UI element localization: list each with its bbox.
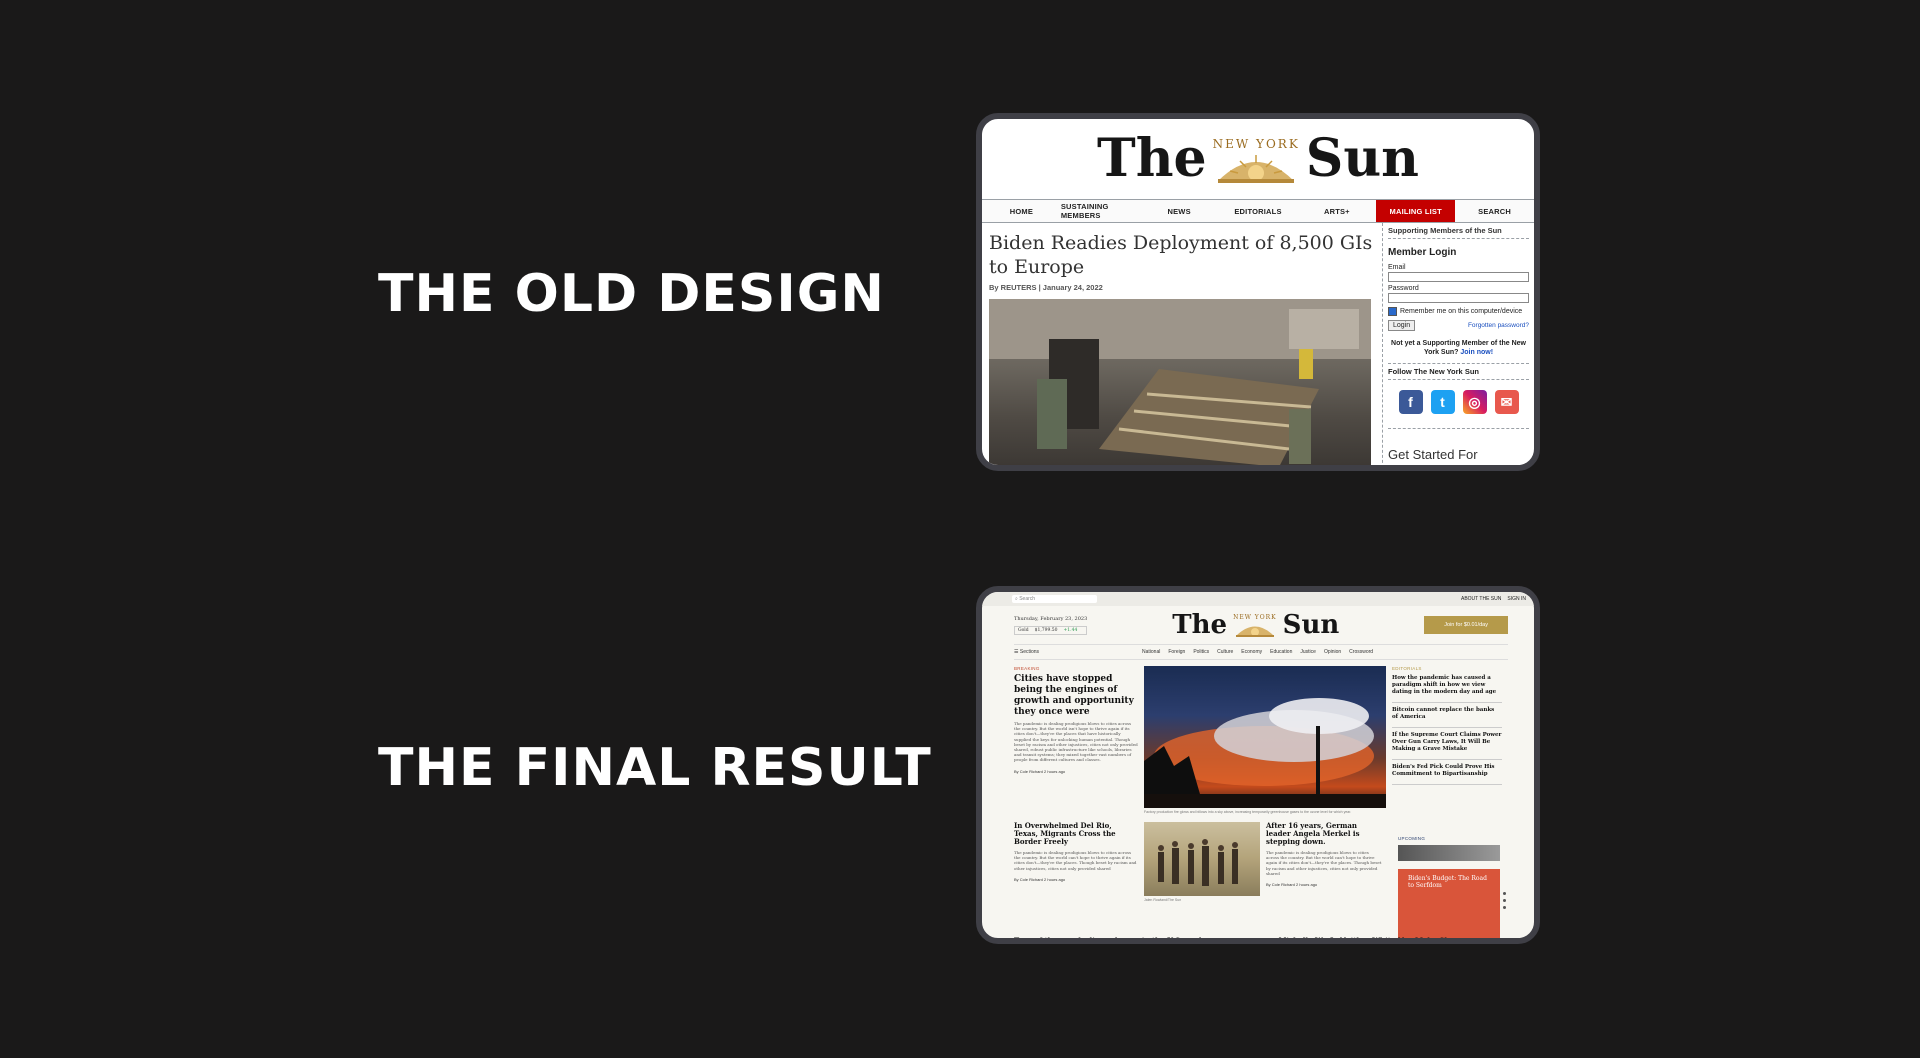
mail-icon[interactable]: ✉ xyxy=(1494,390,1519,414)
story3-headline[interactable]: After 16 years, German leader Angela Mer… xyxy=(1266,822,1382,846)
editorial-item[interactable]: How the pandemic has caused a paradigm s… xyxy=(1392,671,1502,703)
old-article: Biden Readies Deployment of 8,500 GIs to… xyxy=(982,223,1382,465)
upcoming-tag: UPCOMING xyxy=(1398,836,1426,841)
cat-crossword[interactable]: Crossword xyxy=(1349,649,1373,655)
current-date: Thursday, February 23, 2023 xyxy=(1014,615,1088,622)
old-masthead: The NEW YORK Sun xyxy=(982,119,1534,200)
hero-photo-smokestack[interactable] xyxy=(1144,666,1386,808)
final-result-heading: THE FINAL RESULT xyxy=(378,738,932,798)
sections-menu[interactable]: ☰ Sections xyxy=(1014,649,1142,655)
email-label: Email xyxy=(1388,264,1406,271)
seal-emblem: NEW YORK xyxy=(1213,137,1300,185)
editorial-item[interactable]: Bitcoin cannot replace the banks of Amer… xyxy=(1392,703,1502,728)
bottom-story-left[interactable]: Tens of thousands die each year in the U… xyxy=(1014,936,1202,938)
nav-home[interactable]: HOME xyxy=(982,200,1061,222)
sidebar-title: Supporting Members of the Sun xyxy=(1388,226,1529,239)
migrants-photo[interactable] xyxy=(1144,822,1260,896)
carousel-dots[interactable] xyxy=(1503,892,1506,909)
article-photo-forklift xyxy=(989,299,1371,465)
password-field[interactable] xyxy=(1388,293,1529,303)
login-title: Member Login xyxy=(1388,247,1457,258)
new-masthead: Thursday, February 23, 2023 Gold $1,799.… xyxy=(982,606,1534,644)
nav-news[interactable]: NEWS xyxy=(1140,200,1219,222)
nav-search[interactable]: SEARCH xyxy=(1455,200,1534,222)
cat-economy[interactable]: Economy xyxy=(1241,649,1262,655)
seal-icon xyxy=(1235,626,1274,637)
search-input[interactable]: ⌕ Search xyxy=(1012,595,1097,603)
cat-education[interactable]: Education xyxy=(1270,649,1292,655)
story-del-rio: In Overwhelmed Del Rio, Texas, Migrants … xyxy=(1014,821,1138,882)
forgot-password-link[interactable]: Forgotten password? xyxy=(1468,322,1529,329)
nav-mailing-list[interactable]: MAILING LIST xyxy=(1376,200,1456,222)
bottom-story-right[interactable]: Michelle Wu Is Neither White Nor Male. S… xyxy=(1279,936,1454,938)
final-result-screenshot: ⌕ Search ABOUT THE SUN SIGN IN Thursday,… xyxy=(976,586,1540,944)
ad-banner[interactable]: Get Started For xyxy=(1388,428,1529,462)
lead-headline[interactable]: Cities have stopped being the engines of… xyxy=(1014,674,1138,718)
breaking-tag: BREAKING xyxy=(1014,666,1040,671)
cat-justice[interactable]: Justice xyxy=(1300,649,1316,655)
nysun-logo[interactable]: The NEW YORK Sun xyxy=(1097,133,1419,185)
cat-politics[interactable]: Politics xyxy=(1193,649,1209,655)
upcoming-feature[interactable]: Biden's Budget: The Road to Serfdom xyxy=(1398,869,1500,938)
nysun-logo-new[interactable]: The NEW YORK Sun xyxy=(1172,612,1339,638)
upcoming-column: UPCOMING Biden's Budget: The Road to Ser… xyxy=(1398,836,1500,938)
remember-checkbox[interactable] xyxy=(1388,307,1397,316)
nav-editorials[interactable]: EDITORIALS xyxy=(1219,200,1298,222)
follow-title: Follow The New York Sun xyxy=(1388,363,1529,380)
utility-bar: ⌕ Search ABOUT THE SUN SIGN IN xyxy=(982,592,1534,606)
cat-culture[interactable]: Culture xyxy=(1217,649,1233,655)
lead-body: The pandemic is dealing prodigious blows… xyxy=(1014,721,1138,763)
section-nav: ☰ Sections National Foreign Politics Cul… xyxy=(1014,644,1508,660)
facebook-icon[interactable]: f xyxy=(1398,390,1423,414)
join-now-link[interactable]: Join now! xyxy=(1460,349,1493,356)
cat-national[interactable]: National xyxy=(1142,649,1160,655)
article-headline[interactable]: Biden Readies Deployment of 8,500 GIs to… xyxy=(989,231,1376,279)
nav-sustaining-members[interactable]: SUSTAINING MEMBERS xyxy=(1061,200,1140,222)
hero-caption: Factory production fire glows and billow… xyxy=(1144,810,1352,814)
lead-story: BREAKING Cities have stopped being the e… xyxy=(1014,666,1138,814)
editorial-item[interactable]: Biden's Fed Pick Could Prove His Commitm… xyxy=(1392,760,1502,785)
old-design-screenshot: The NEW YORK Sun HOME SUSTAINING MEMBERS xyxy=(976,113,1540,471)
join-button[interactable]: Join for $0.01/day xyxy=(1424,616,1508,634)
cat-foreign[interactable]: Foreign xyxy=(1168,649,1185,655)
login-button[interactable]: Login xyxy=(1388,320,1416,331)
story-merkel: After 16 years, German leader Angela Mer… xyxy=(1266,821,1382,888)
not-member-text: Not yet a Supporting Member of the New Y… xyxy=(1391,340,1526,356)
member-sidebar: Supporting Members of the Sun Member Log… xyxy=(1382,223,1534,465)
gold-ticker: Gold $1,799.50 +1.44 xyxy=(1014,625,1088,635)
email-field[interactable] xyxy=(1388,272,1529,282)
cat-opinion[interactable]: Opinion xyxy=(1324,649,1341,655)
remember-label: Remember me on this computer/device xyxy=(1400,308,1523,315)
story2-headline[interactable]: In Overwhelmed Del Rio, Texas, Migrants … xyxy=(1014,822,1138,846)
seal-icon xyxy=(1218,155,1295,183)
twitter-icon[interactable]: t xyxy=(1430,390,1455,414)
password-label: Password xyxy=(1388,285,1419,292)
about-link[interactable]: ABOUT THE SUN xyxy=(1461,596,1501,602)
editorials-column: EDITORIALS How the pandemic has caused a… xyxy=(1392,666,1502,814)
upcoming-banner[interactable] xyxy=(1398,845,1500,861)
old-nav-bar: HOME SUSTAINING MEMBERS NEWS EDITORIALS … xyxy=(982,200,1534,223)
signin-link[interactable]: SIGN IN xyxy=(1507,596,1526,602)
editorial-item[interactable]: If the Supreme Court Claims Power Over G… xyxy=(1392,728,1502,760)
lead-meta: By Cole Richard 2 hours ago xyxy=(1014,768,1066,774)
article-byline: By REUTERS | January 24, 2022 xyxy=(989,283,1103,292)
old-design-heading: THE OLD DESIGN xyxy=(378,264,885,324)
instagram-icon[interactable]: ◎ xyxy=(1462,390,1487,414)
nav-arts[interactable]: ARTS+ xyxy=(1297,200,1376,222)
